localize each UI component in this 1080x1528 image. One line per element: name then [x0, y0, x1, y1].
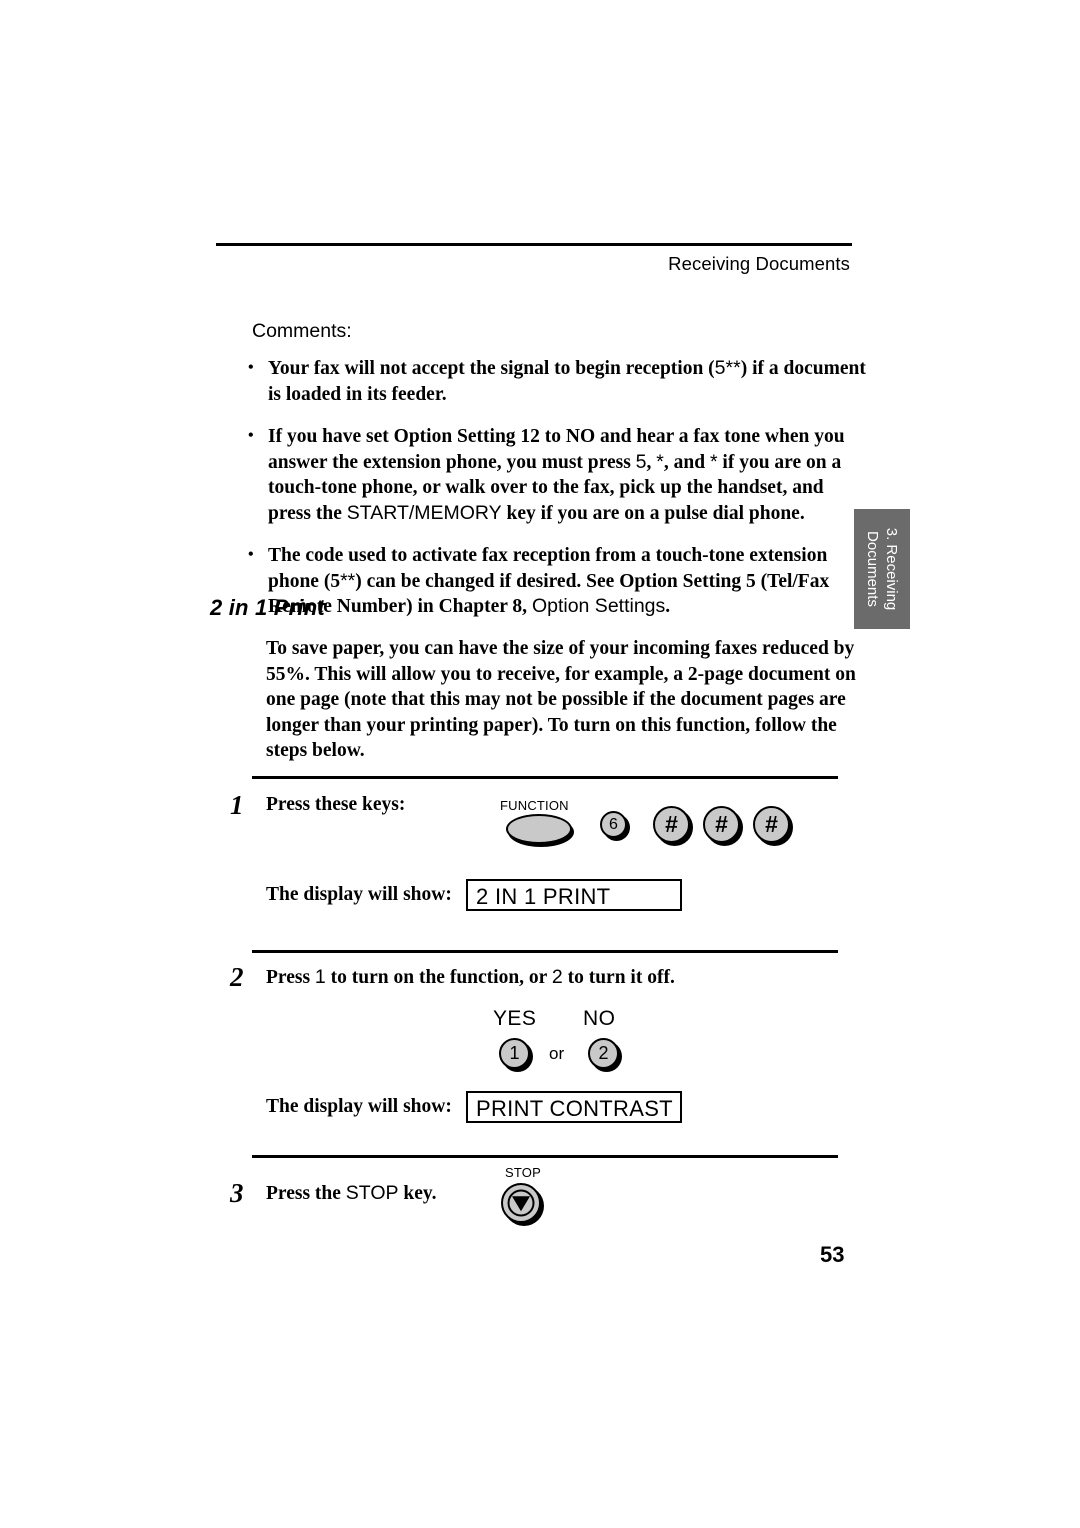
function-key-caption: FUNCTION: [500, 798, 569, 813]
comment-bullet-option-setting-12: If you have set Option Setting 12 to NO …: [246, 423, 866, 526]
step-3-rule: [252, 1155, 838, 1158]
yes-label: YES: [493, 1007, 537, 1030]
chapter-side-tab-text: 3. Receiving Documents: [863, 528, 901, 611]
chapter-side-tab-line1: 3. Receiving: [883, 527, 900, 611]
step-1-rule: [252, 776, 838, 779]
comments-bullet-list: Your fax will not accept the signal to b…: [246, 355, 866, 637]
step-1-number: 1: [230, 790, 244, 820]
function-key[interactable]: [506, 814, 572, 844]
pound-key-3[interactable]: #: [753, 806, 790, 843]
step-2-number: 2: [230, 962, 244, 992]
pound-key-2[interactable]: #: [703, 806, 740, 843]
header-rule: [216, 243, 852, 246]
or-separator-text: or: [549, 1044, 565, 1063]
document-page: Receiving Documents 3. Receiving Documen…: [0, 0, 1080, 1528]
step-1-display-label: The display will show:: [266, 884, 452, 905]
step-3-number: 3: [230, 1178, 244, 1208]
step-1-display-box: 2 IN 1 PRINT: [466, 879, 682, 911]
numeric-key-2-no[interactable]: 2: [588, 1038, 619, 1069]
section-intro-paragraph: To save paper, you can have the size of …: [266, 638, 856, 762]
pound-key-1[interactable]: #: [653, 806, 690, 843]
stop-key[interactable]: [501, 1183, 541, 1223]
numeric-key-6[interactable]: 6: [600, 811, 627, 838]
no-label: NO: [583, 1007, 616, 1030]
comment-bullet-remote-code: The code used to activate fax reception …: [246, 542, 866, 620]
numeric-key-1-yes[interactable]: 1: [499, 1038, 530, 1069]
comment-bullet-reception-signal: Your fax will not accept the signal to b…: [246, 355, 866, 407]
step-2-text: Press 1 to turn on the function, or 2 to…: [266, 966, 675, 988]
step-2-rule: [252, 950, 838, 953]
step-2-display-label: The display will show:: [266, 1096, 452, 1117]
page-number: 53: [820, 1242, 845, 1267]
section-heading-2in1print: 2 in 1 Print: [210, 595, 325, 620]
step-1-text: Press these keys:: [266, 794, 406, 815]
comments-label: Comments:: [252, 320, 352, 342]
stop-key-caption: STOP: [505, 1165, 541, 1180]
page-header-title: Receiving Documents: [668, 253, 850, 274]
step-2-display-box: PRINT CONTRAST: [466, 1091, 682, 1123]
step-3-text: Press the STOP key.: [266, 1182, 437, 1204]
stop-key-triangle-icon: [512, 1196, 530, 1212]
